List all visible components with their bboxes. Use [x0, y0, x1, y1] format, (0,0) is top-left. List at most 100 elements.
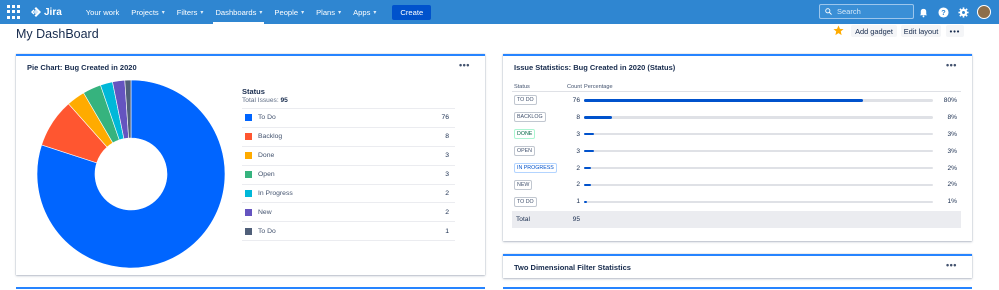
- legend-label: Done: [258, 152, 275, 160]
- help-icon[interactable]: ?: [937, 6, 949, 18]
- pie-gadget-title: Pie Chart: Bug Created in 2020: [27, 63, 137, 72]
- stats-bar-cell: [580, 200, 937, 204]
- total-issues-value: 95: [280, 97, 288, 104]
- stats-row: DONE 3 3%: [512, 126, 961, 143]
- legend-row[interactable]: In Progress 2: [242, 185, 455, 204]
- percentage-bar: [584, 183, 933, 187]
- notification-icon[interactable]: [917, 6, 929, 18]
- legend-count: 76: [441, 114, 449, 122]
- stats-bar-cell: [580, 149, 937, 153]
- nav-apps[interactable]: Apps ▾: [347, 0, 382, 24]
- percentage-bar-fill: [584, 183, 591, 187]
- chevron-down-icon: ▾: [259, 9, 263, 16]
- legend-swatch: [245, 208, 252, 216]
- stats-table: Status Count Percentage TO DO 76 80% BACKLO…: [512, 84, 961, 228]
- twod-gadget-more-button[interactable]: •••: [946, 260, 957, 270]
- stats-status-cell: BACKLOG: [512, 112, 567, 123]
- legend-row[interactable]: To Do 76: [242, 109, 455, 128]
- percentage-bar: [584, 99, 933, 102]
- legend-count: 1: [445, 227, 449, 235]
- total-issues-label: Total Issues:: [242, 97, 279, 104]
- percentage-bar-fill: [584, 116, 612, 119]
- nav-projects[interactable]: Projects ▾: [125, 0, 170, 24]
- stats-gadget-more-button[interactable]: •••: [946, 60, 957, 70]
- stats-row: BACKLOG 8 8%: [512, 109, 961, 126]
- gadget-top-border: [503, 287, 972, 289]
- settings-icon[interactable]: [957, 6, 969, 18]
- status-lozenge[interactable]: OPEN: [514, 146, 536, 157]
- stats-bar-cell: [580, 132, 937, 136]
- nav-your-work-label: Your work: [85, 7, 120, 17]
- app-switcher-icon[interactable]: [7, 5, 21, 19]
- jira-logo[interactable]: Jira: [31, 7, 62, 18]
- legend-count: 8: [445, 133, 449, 141]
- stats-status-cell: NEW: [512, 179, 567, 190]
- pie-chart-gadget: Pie Chart: Bug Created in 2020 ••• Statu…: [16, 54, 485, 275]
- stats-count[interactable]: 1: [567, 198, 580, 205]
- legend-row[interactable]: Backlog 8: [242, 128, 455, 147]
- nav-your-work[interactable]: Your work: [80, 0, 126, 24]
- legend-swatch: [245, 152, 252, 160]
- add-gadget-button[interactable]: Add gadget: [851, 25, 897, 37]
- percentage-bar: [584, 132, 933, 136]
- nav-filters-label: Filters: [176, 7, 198, 17]
- status-lozenge[interactable]: TO DO: [514, 196, 537, 207]
- gadget-top-border: [16, 287, 485, 289]
- stats-row: NEW 2 2%: [512, 176, 961, 193]
- edit-layout-button[interactable]: Edit layout: [901, 25, 941, 37]
- percentage-bar: [584, 200, 933, 204]
- nav-right-icons: ?: [909, 0, 999, 24]
- legend-swatch: [245, 171, 252, 179]
- stats-total-row: Total 95: [512, 211, 961, 228]
- more-actions-button[interactable]: •••: [946, 25, 964, 37]
- stats-percentage: 3%: [947, 130, 957, 138]
- stats-bar-cell: [580, 99, 937, 102]
- nav-people[interactable]: People ▾: [268, 0, 310, 24]
- legend-count: 3: [445, 152, 449, 160]
- status-lozenge[interactable]: TO DO: [514, 95, 537, 106]
- search-box[interactable]: [819, 4, 914, 19]
- chevron-down-icon: ▾: [373, 9, 377, 16]
- nav-dashboards-label: Dashboards: [215, 7, 257, 17]
- search-input[interactable]: [837, 7, 907, 16]
- stats-count[interactable]: 2: [567, 165, 580, 172]
- stats-count[interactable]: 2: [567, 181, 580, 188]
- legend-row[interactable]: To Do 1: [242, 222, 455, 242]
- stats-count[interactable]: 3: [567, 131, 580, 138]
- percentage-bar-fill: [584, 132, 595, 136]
- stats-count[interactable]: 8: [567, 114, 580, 121]
- avatar[interactable]: [977, 5, 991, 19]
- search-icon: [825, 8, 832, 15]
- legend-rows: To Do 76 Backlog 8 Done 3 Open 3 In Progress 2 New…: [242, 108, 455, 242]
- issue-statistics-gadget: Issue Statistics: Bug Created in 2020 (S…: [503, 54, 972, 241]
- stats-rows: TO DO 76 80% BACKLOG 8 8% DONE 3 3% OPEN 3 3% IN PRO…: [512, 92, 961, 210]
- star-icon[interactable]: [833, 25, 844, 36]
- stats-count[interactable]: 3: [567, 148, 580, 155]
- nav-dashboards[interactable]: Dashboards ▾: [209, 0, 268, 24]
- stats-count[interactable]: 76: [567, 97, 580, 104]
- legend-swatch: [245, 190, 252, 197]
- jira-logo-text: Jira: [44, 6, 62, 18]
- status-lozenge[interactable]: IN PROGRESS: [514, 163, 557, 173]
- legend-total: Total Issues: 95: [242, 97, 455, 104]
- create-button[interactable]: Create: [392, 4, 432, 20]
- nav-apps-label: Apps: [353, 7, 371, 17]
- legend-count: 2: [445, 208, 449, 216]
- legend-row[interactable]: Done 3: [242, 147, 455, 166]
- legend-label: In Progress: [258, 190, 293, 197]
- stats-bar-cell: [580, 116, 937, 119]
- legend-row[interactable]: New 2: [242, 203, 455, 223]
- nav-filters[interactable]: Filters ▾: [171, 0, 210, 24]
- chevron-down-icon: ▾: [200, 9, 204, 16]
- legend-label: Backlog: [258, 133, 283, 141]
- status-lozenge[interactable]: DONE: [514, 129, 536, 140]
- stats-percentage: 80%: [943, 96, 957, 104]
- legend-row[interactable]: Open 3: [242, 166, 455, 185]
- pie-gadget-more-button[interactable]: •••: [459, 60, 470, 70]
- status-lozenge[interactable]: NEW: [514, 179, 533, 190]
- legend-label: To Do: [258, 114, 276, 122]
- stats-percentage: 2%: [947, 181, 957, 189]
- two-dimensional-filter-gadget: Two Dimensional Filter Statistics •••: [503, 254, 972, 278]
- nav-plans[interactable]: Plans ▾: [310, 0, 347, 24]
- status-lozenge[interactable]: BACKLOG: [514, 112, 546, 123]
